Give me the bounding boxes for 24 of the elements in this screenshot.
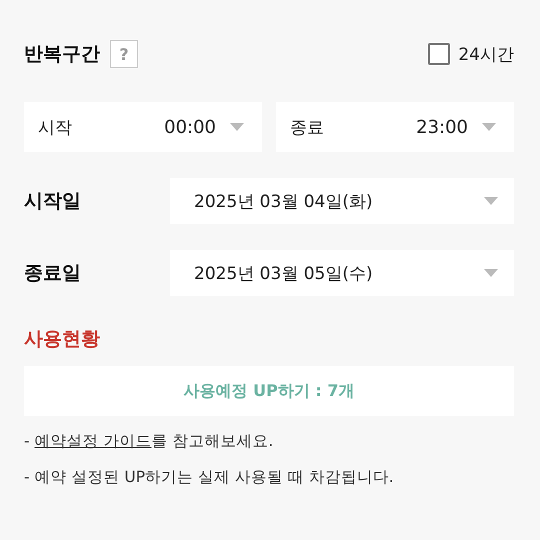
dropdown-label: 종료 <box>290 116 325 138</box>
date-dropdown[interactable]: 2025년 03월 05일(수) <box>170 250 514 296</box>
dropdown-value: 23:00 <box>416 116 468 138</box>
dropdown-value: 2025년 03월 05일(수) <box>194 262 374 284</box>
caret-icon <box>484 197 498 205</box>
date-dropdown[interactable]: 2025년 03월 04일(화) <box>170 178 514 224</box>
caret-icon <box>482 123 496 131</box>
section-title: 반복구간 <box>24 42 100 67</box>
time-dropdown[interactable]: 시작 00:00 <box>24 102 262 152</box>
checkbox[interactable] <box>428 43 450 65</box>
dropdown-value: 00:00 <box>164 116 216 138</box>
usage-title: 사용현황 <box>24 327 101 352</box>
date-label: 종료일 <box>24 261 82 286</box>
dropdown-value: 2025년 03월 04일(화) <box>194 190 374 212</box>
caret-icon <box>230 123 244 131</box>
usage-summary: 사용예정 UP하기 : 7개 <box>24 366 514 416</box>
date-label: 시작일 <box>24 189 82 214</box>
note-text: - 예약설정 가이드를 참고해보세요. <box>24 431 274 452</box>
guide-link[interactable]: 예약설정 가이드 <box>34 432 152 450</box>
checkbox-label: 24시간 <box>458 44 514 66</box>
dropdown-label: 시작 <box>38 116 73 138</box>
note-text: - 예약 설정된 UP하기는 실제 사용될 때 차감됩니다. <box>24 467 395 488</box>
time-dropdown[interactable]: 종료 23:00 <box>276 102 514 152</box>
caret-icon <box>484 269 498 277</box>
